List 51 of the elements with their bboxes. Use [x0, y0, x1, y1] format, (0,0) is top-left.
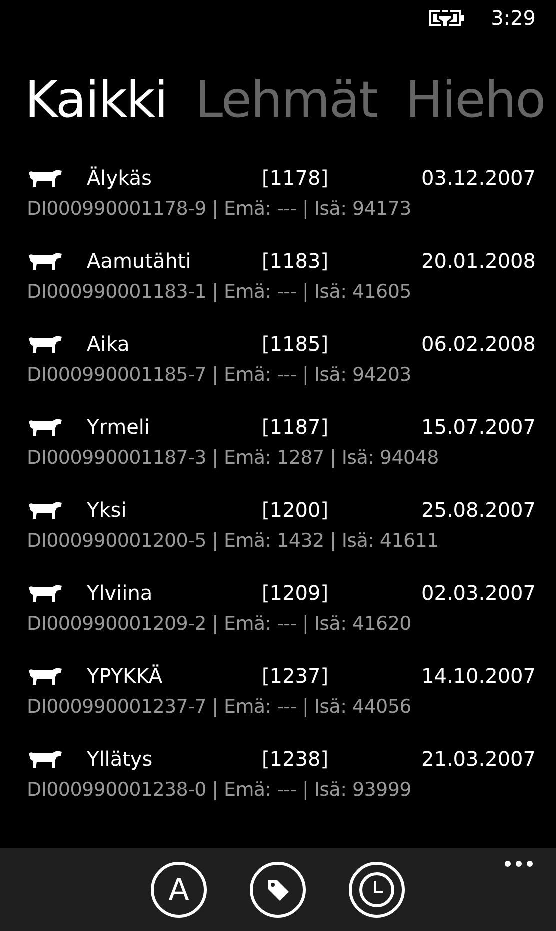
animal-name: Aika — [87, 332, 131, 356]
cow-icon — [27, 583, 63, 603]
cow-icon — [27, 500, 63, 520]
animal-number: [1178] — [262, 166, 330, 190]
birth-date: 21.03.2007 — [421, 747, 536, 771]
birth-date: 14.10.2007 — [421, 664, 536, 688]
birth-date: 06.02.2008 — [421, 332, 536, 356]
tag-button[interactable] — [250, 862, 306, 918]
animal-details: DI000990001178-9 | Emä: --- | Isä: 94173 — [27, 198, 412, 220]
cow-icon — [27, 334, 63, 354]
animal-number: [1187] — [262, 415, 330, 439]
animal-details: DI000990001209-2 | Emä: --- | Isä: 41620 — [27, 613, 412, 635]
animal-name: Ylviina — [87, 581, 154, 605]
animal-name: Yksi — [87, 498, 128, 522]
pivot-header[interactable]: Hieho — [406, 68, 546, 146]
animal-number: [1183] — [262, 249, 330, 273]
animal-name: Yllätys — [87, 747, 154, 771]
cow-icon — [27, 749, 63, 769]
recent-button[interactable] — [349, 862, 405, 918]
animal-details: DI000990001238-0 | Emä: --- | Isä: 93999 — [27, 779, 412, 801]
animal-details: DI000990001237-7 | Emä: --- | Isä: 44056 — [27, 696, 412, 718]
animal-details: DI000990001185-7 | Emä: --- | Isä: 94203 — [27, 364, 412, 386]
animal-number: [1209] — [262, 581, 330, 605]
birth-date: 03.12.2007 — [421, 166, 536, 190]
animal-details: DI000990001183-1 | Emä: --- | Isä: 41605 — [27, 281, 412, 303]
animal-number: [1200] — [262, 498, 330, 522]
animal-number: [1185] — [262, 332, 330, 356]
cow-icon — [27, 666, 63, 686]
birth-date: 25.08.2007 — [421, 498, 536, 522]
more-button[interactable] — [504, 860, 534, 868]
pivot-header[interactable]: Kaikki — [25, 68, 168, 146]
animal-name: Aamutähti — [87, 249, 192, 273]
animal-details: DI000990001187-3 | Emä: 1287 | Isä: 94048 — [27, 447, 440, 469]
birth-date: 20.01.2008 — [421, 249, 536, 273]
pivot-header[interactable]: Lehmät — [195, 68, 378, 146]
clock-icon — [358, 871, 396, 909]
birth-date: 15.07.2007 — [421, 415, 536, 439]
animal-details: DI000990001200-5 | Emä: 1432 | Isä: 41611 — [27, 530, 440, 552]
animal-number: [1237] — [262, 664, 330, 688]
animal-number: [1238] — [262, 747, 330, 771]
alphabet-button[interactable]: A — [151, 862, 207, 918]
birth-date: 02.03.2007 — [421, 581, 536, 605]
animal-name: Älykäs — [87, 166, 153, 190]
battery-charging-icon — [429, 8, 466, 28]
clock-time: 3:29 — [491, 6, 536, 30]
cow-icon — [27, 251, 63, 271]
cow-icon — [27, 417, 63, 437]
animal-name: YPYKKÄ — [87, 664, 164, 688]
tag-icon — [265, 877, 291, 903]
animal-name: Yrmeli — [87, 415, 151, 439]
cow-icon — [27, 168, 63, 188]
